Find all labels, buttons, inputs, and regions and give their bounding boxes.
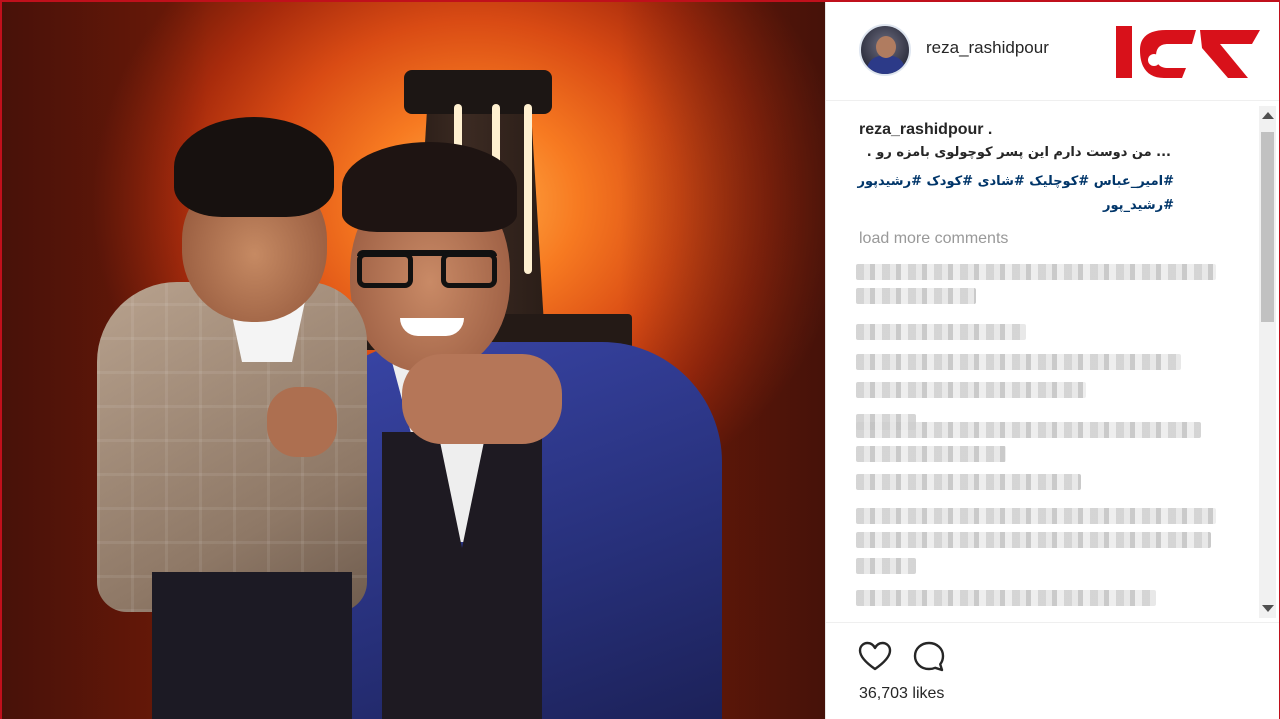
blurred-comment-line xyxy=(856,532,1211,548)
blurred-comment-line xyxy=(856,508,1216,524)
hashtags[interactable]: #امیر_عباس #کوچلیک #شادی #کودک #رشیدپور … xyxy=(856,170,1174,218)
avatar[interactable] xyxy=(859,24,911,76)
comment-icon[interactable] xyxy=(912,640,946,674)
blurred-comment-line xyxy=(856,446,1006,462)
scroll-down-icon[interactable] xyxy=(1262,605,1274,612)
load-more-comments-link[interactable]: load more comments xyxy=(859,230,1008,248)
heart-icon[interactable] xyxy=(858,640,892,674)
username-link[interactable]: reza_rashidpour xyxy=(926,38,1049,58)
blurred-comment-line xyxy=(856,264,1216,280)
divider xyxy=(826,622,1279,623)
blurred-comment-line xyxy=(856,558,916,574)
comments-scrollbar[interactable] xyxy=(1259,106,1276,618)
brand-logo xyxy=(1116,26,1260,78)
likes-count[interactable]: 36,703 likes xyxy=(859,685,944,703)
caption-username[interactable]: reza_rashidpour . xyxy=(859,121,992,139)
blurred-comment-line xyxy=(856,382,1086,398)
post-header: reza_rashidpour xyxy=(826,2,1279,101)
blurred-comment-line xyxy=(856,474,1081,490)
post-photo[interactable] xyxy=(2,2,825,719)
post-sidebar: reza_rashidpour reza_rashidpour . ... من… xyxy=(825,2,1279,719)
blurred-comment-line xyxy=(856,288,976,304)
scroll-up-icon[interactable] xyxy=(1262,112,1274,119)
blurred-comment-line xyxy=(856,324,1026,340)
scroll-thumb[interactable] xyxy=(1261,132,1274,322)
blurred-comment-line xyxy=(856,590,1156,606)
hashtags-line[interactable]: #امیر_عباس #کوچلیک #شادی #کودک #رشیدپور xyxy=(856,170,1174,194)
blurred-comment-line xyxy=(856,354,1181,370)
blurred-comment-line xyxy=(856,422,1201,438)
caption-text: ... من دوست دارم این پسر کوچولوی بامزه ر… xyxy=(866,145,1171,160)
hashtags-line[interactable]: #رشید_پور xyxy=(856,194,1174,218)
